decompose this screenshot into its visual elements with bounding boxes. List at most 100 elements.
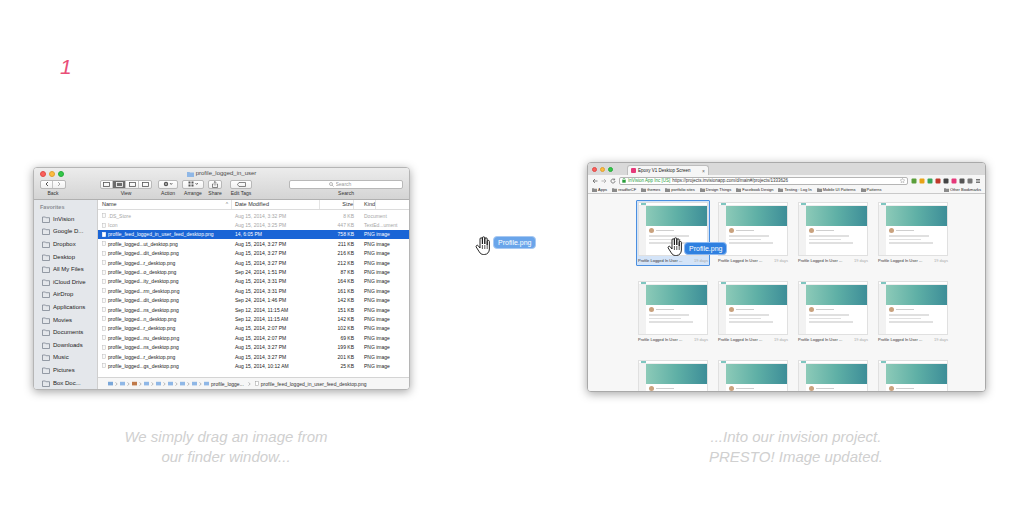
forward-icon[interactable] — [601, 178, 607, 184]
path-segment[interactable]: profile_feed_logged_in_user_feed_desktop… — [261, 381, 367, 387]
sidebar-item[interactable]: iCloud Drive — [34, 276, 97, 289]
bookmark[interactable]: portfolio sites — [665, 187, 695, 192]
thumb-line — [649, 235, 689, 237]
minimize-button[interactable] — [600, 167, 605, 172]
browser-tab[interactable]: Epoxy V1 Desktop Screen× — [627, 165, 709, 175]
column-header[interactable]: Size — [320, 200, 354, 209]
bookmark[interactable]: Testing : Log In — [778, 187, 811, 192]
screen-card[interactable]: Profile Logged In User ...19 days — [876, 279, 950, 345]
sidebar-item[interactable]: Documents — [34, 326, 97, 339]
screen-title: Profile Logged In User ... — [878, 258, 922, 264]
file-row[interactable]: profile_feed_logged_in_user_feed_desktop… — [98, 230, 409, 239]
file-row[interactable]: profile_logged...gs_desktop.pngAug 15, 2… — [98, 361, 409, 370]
file-row[interactable]: profile_logged...n_desktop.pngSep 12, 20… — [98, 314, 409, 323]
extension-icon[interactable] — [911, 178, 917, 184]
bookmark[interactable]: Facebook Design — [736, 187, 773, 192]
close-button[interactable] — [592, 167, 597, 172]
folder-icon — [641, 188, 646, 192]
bookmark[interactable]: themes — [641, 187, 660, 192]
screen-card[interactable] — [636, 358, 710, 391]
column-header[interactable]: Name^ — [98, 200, 232, 209]
sidebar-item[interactable]: Music — [34, 352, 97, 365]
sidebar-item[interactable]: Desktop — [34, 251, 97, 264]
thumb-line — [889, 321, 933, 323]
path-segment[interactable]: profile_logge... — [211, 381, 244, 387]
extension-icon[interactable] — [967, 178, 973, 184]
tab-close-button[interactable]: × — [702, 168, 705, 174]
screen-card[interactable] — [716, 358, 790, 391]
reload-icon[interactable] — [610, 178, 616, 184]
thumb-sidebar — [879, 206, 886, 255]
drag-cursor[interactable]: Profile.png — [475, 234, 536, 256]
file-row[interactable]: profile_logged...r_desktop.pngAug 15, 20… — [98, 352, 409, 361]
file-row[interactable]: profile_logged...ity_desktop.pngAug 15, … — [98, 277, 409, 286]
file-row[interactable]: profile_logged...r_desktop.pngAug 15, 20… — [98, 324, 409, 333]
file-row[interactable]: profile_logged...ut_desktop.pngAug 15, 2… — [98, 239, 409, 248]
search-input[interactable] — [336, 181, 364, 187]
extension-icon[interactable] — [927, 178, 933, 184]
bookmark[interactable]: Mobile UI Patterns — [817, 187, 856, 192]
file-row[interactable]: profile_logged...dit_desktop.pngAug 15, … — [98, 249, 409, 258]
bookmark[interactable]: Design Things — [700, 187, 732, 192]
sidebar-item[interactable]: Dropbox — [34, 238, 97, 251]
sidebar-item[interactable]: Applications — [34, 301, 97, 314]
nav-button[interactable] — [40, 180, 66, 189]
close-button[interactable] — [40, 171, 46, 177]
sidebar-item[interactable]: Box Doc... — [34, 377, 97, 389]
screen-thumbnail — [878, 202, 948, 256]
screen-card[interactable]: Profile Logged In User ...19 days — [796, 279, 870, 345]
screen-card[interactable] — [876, 358, 950, 391]
screen-card[interactable]: Profile Logged In User ...19 days — [636, 279, 710, 345]
screen-card[interactable]: Profile Logged In User ...19 days — [796, 200, 870, 266]
sidebar-item[interactable]: Google D... — [34, 226, 97, 239]
back-icon[interactable] — [592, 178, 598, 184]
kind-cell: PNG image — [354, 354, 409, 360]
file-row[interactable]: profile_logged...r_desktop.pngAug 15, 20… — [98, 258, 409, 267]
sidebar-item[interactable]: Pictures — [34, 364, 97, 377]
action-button[interactable] — [158, 180, 178, 189]
tags-button[interactable] — [230, 180, 252, 189]
extension-icon[interactable] — [951, 178, 957, 184]
search-field[interactable] — [289, 180, 403, 189]
sidebar-item[interactable]: All My Files — [34, 263, 97, 276]
file-row[interactable]: profile_logged...rm_desktop.pngAug 15, 2… — [98, 286, 409, 295]
sidebar-item[interactable]: Movies — [34, 314, 97, 327]
file-row[interactable]: IconAug 15, 2014, 3:25 PM447 KBTextEd...… — [98, 220, 409, 229]
file-row[interactable]: profile_logged...nu_desktop.pngAug 15, 2… — [98, 333, 409, 342]
bookmark[interactable]: Apps — [592, 187, 607, 192]
bookmark[interactable]: Patterns — [861, 187, 882, 192]
share-button[interactable] — [208, 180, 222, 189]
minimize-button[interactable] — [49, 171, 55, 177]
extension-icon[interactable] — [943, 178, 949, 184]
column-header[interactable]: Date Modified — [232, 200, 320, 209]
sidebar-item[interactable]: Downloads — [34, 339, 97, 352]
file-row[interactable]: profile_logged...ns_desktop.pngSep 12, 2… — [98, 305, 409, 314]
screen-card[interactable]: Profile Logged In User ...19 days — [876, 200, 950, 266]
file-row[interactable]: .DS_StoreAug 15, 2014, 3:32 PM8 KBDocume… — [98, 211, 409, 220]
address-bar[interactable]: InVision App Inc [US]https://projects.in… — [619, 177, 908, 185]
column-header[interactable]: Kind — [354, 200, 376, 209]
other-bookmarks[interactable]: Other Bookmarks — [944, 187, 981, 192]
sidebar-item[interactable]: InVision — [34, 213, 97, 226]
menu-icon[interactable] — [975, 178, 981, 184]
arrange-button[interactable] — [182, 180, 204, 189]
screen-card[interactable] — [796, 358, 870, 391]
view-button[interactable] — [100, 180, 152, 189]
drop-cursor[interactable]: Profile.png — [667, 238, 727, 257]
screen-card[interactable]: Profile Logged In User ...19 days — [636, 200, 710, 266]
tag-icon — [234, 181, 248, 188]
screen-card[interactable]: Profile Logged In User ...19 days — [716, 279, 790, 345]
file-row[interactable]: profile_logged...dit_desktop.pngSep 24, … — [98, 296, 409, 305]
zoom-button[interactable] — [608, 167, 613, 172]
file-row[interactable]: profile_logged...o_desktop.pngSep 24, 20… — [98, 267, 409, 276]
screen-card[interactable]: Profile Logged In User ...19 days — [716, 200, 790, 266]
file-row[interactable]: profile_logged...ns_desktop.pngAug 15, 2… — [98, 342, 409, 351]
zoom-button[interactable] — [58, 171, 64, 177]
extension-icon[interactable] — [935, 178, 941, 184]
sidebar-item[interactable]: AirDrop — [34, 289, 97, 302]
extension-icon[interactable] — [959, 178, 965, 184]
folder-icon — [736, 188, 741, 192]
extension-icon[interactable] — [919, 178, 925, 184]
bookmark[interactable]: readforCF — [612, 187, 636, 192]
kind-cell: PNG image — [354, 231, 409, 237]
